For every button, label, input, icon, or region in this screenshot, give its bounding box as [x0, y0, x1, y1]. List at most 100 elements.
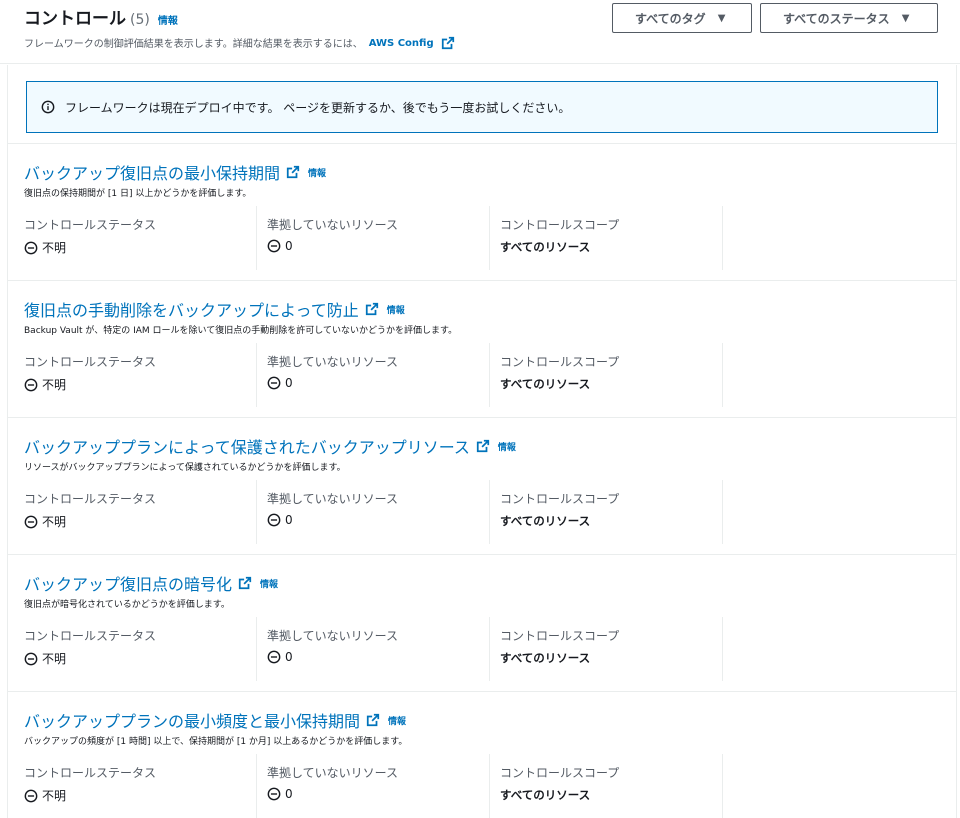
minus-circle-icon: [24, 378, 38, 391]
status-value: 不明: [24, 513, 256, 530]
noncompliant-count: 0: [285, 650, 293, 664]
status-column: コントロールステータス 不明: [24, 754, 257, 818]
scope-value: すべてのリソース: [500, 651, 591, 665]
header-info-link[interactable]: 情報: [158, 12, 178, 27]
control-item: 復旧点の手動削除をバックアップによって防止 情報 Backup Vault が、…: [8, 280, 956, 417]
control-details: コントロールステータス 不明 準拠していないリソース 0 コントロールスコープ: [24, 480, 723, 544]
control-description: バックアップの頻度が [1 時間] 以上で、保持期間が [1 か月] 以上あるか…: [24, 737, 408, 747]
status-column: コントロールステータス 不明: [24, 617, 257, 681]
control-title: バックアッププランによって保護されたバックアップリソース: [24, 438, 470, 457]
scope-value: すべてのリソース: [500, 240, 591, 254]
minus-circle-icon: [24, 652, 38, 665]
status-column: コントロールステータス 不明: [24, 343, 257, 407]
noncompliant-column: 準拠していないリソース 0: [257, 617, 490, 681]
control-title-link[interactable]: バックアッププランによって保護されたバックアップリソース 情報: [24, 434, 516, 458]
control-item: バックアッププランによって保護されたバックアップリソース 情報 リソースがバック…: [8, 417, 956, 554]
control-title-link[interactable]: バックアッププランの最小頻度と最小保持期間 情報: [24, 708, 406, 732]
caret-down-icon: ▼: [901, 12, 910, 24]
status-filter-label: すべてのステータス: [783, 11, 890, 26]
scope-column: コントロールスコープ すべてのリソース: [490, 480, 723, 544]
control-details: コントロールステータス 不明 準拠していないリソース 0 コントロールスコープ: [24, 343, 723, 407]
external-link-icon: [365, 302, 378, 316]
header-description-text: フレームワークの制御評価結果を表示します。詳細な結果を表示するには、: [24, 39, 363, 50]
status-value: 不明: [24, 376, 256, 393]
control-info-link[interactable]: 情報: [387, 303, 405, 316]
control-title: バックアップ復旧点の暗号化: [24, 575, 233, 594]
noncompliant-label: 準拠していないリソース: [267, 766, 399, 780]
noncompliant-count: 0: [285, 239, 293, 253]
noncompliant-label: 準拠していないリソース: [267, 218, 399, 232]
minus-circle-icon: [267, 513, 281, 527]
info-circle-icon: [41, 100, 55, 114]
status-text: 不明: [42, 789, 67, 803]
control-title-link[interactable]: バックアップ復旧点の最小保持期間 情報: [24, 160, 326, 184]
control-info-link[interactable]: 情報: [308, 166, 326, 179]
control-title: バックアッププランの最小頻度と最小保持期間: [24, 712, 361, 731]
scope-label: コントロールスコープ: [500, 629, 620, 643]
aws-config-link-label: AWS Config: [368, 37, 434, 49]
control-info-link[interactable]: 情報: [388, 714, 406, 727]
status-label: コントロールステータス: [24, 218, 157, 232]
control-item: バックアッププランの最小頻度と最小保持期間 情報 バックアップの頻度が [1 時…: [8, 691, 956, 818]
control-description: 復旧点の保持期間が [1 日] 以上かどうかを評価します。: [24, 189, 252, 199]
minus-circle-icon: [267, 376, 281, 390]
noncompliant-column: 準拠していないリソース 0: [257, 480, 490, 544]
control-description: 復旧点が暗号化されているかどうかを評価します。: [24, 600, 230, 610]
minus-circle-icon: [24, 515, 38, 528]
control-details: コントロールステータス 不明 準拠していないリソース 0 コントロールスコープ: [24, 206, 723, 270]
noncompliant-value: 0: [267, 650, 489, 664]
control-item: バックアップ復旧点の暗号化 情報 復旧点が暗号化されているかどうかを評価します。…: [8, 554, 956, 691]
caret-down-icon: ▼: [717, 12, 726, 24]
status-value: 不明: [24, 787, 256, 804]
aws-config-link[interactable]: AWS Config: [369, 36, 455, 50]
status-value: 不明: [24, 650, 256, 667]
status-text: 不明: [42, 378, 67, 392]
control-details: コントロールステータス 不明 準拠していないリソース 0 コントロールスコープ: [24, 754, 723, 818]
control-info-link[interactable]: 情報: [260, 577, 278, 590]
control-title-link[interactable]: 復旧点の手動削除をバックアップによって防止 情報: [24, 297, 405, 321]
noncompliant-label: 準拠していないリソース: [267, 492, 399, 506]
minus-circle-icon: [267, 239, 281, 253]
noncompliant-value: 0: [267, 787, 489, 801]
scope-label: コントロールスコープ: [500, 492, 620, 506]
minus-circle-icon: [267, 787, 281, 801]
status-column: コントロールステータス 不明: [24, 206, 257, 270]
scope-column: コントロールスコープ すべてのリソース: [490, 343, 723, 407]
noncompliant-label: 準拠していないリソース: [267, 355, 399, 369]
status-text: 不明: [42, 241, 67, 255]
noncompliant-count: 0: [285, 376, 293, 390]
status-label: コントロールステータス: [24, 355, 157, 369]
scope-value: すべてのリソース: [500, 377, 591, 391]
tags-filter-select[interactable]: すべてのタグ ▼: [612, 3, 752, 33]
noncompliant-label: 準拠していないリソース: [267, 629, 399, 643]
external-link-icon: [476, 439, 490, 453]
external-link-icon: [366, 713, 380, 727]
external-link-icon: [286, 165, 300, 179]
control-item: バックアップ復旧点の最小保持期間 情報 復旧点の保持期間が [1 日] 以上かど…: [8, 143, 956, 280]
control-info-link[interactable]: 情報: [498, 440, 516, 453]
noncompliant-count: 0: [285, 787, 293, 801]
status-column: コントロールステータス 不明: [24, 480, 257, 544]
status-filter-select[interactable]: すべてのステータス ▼: [760, 3, 938, 33]
controls-header: コントロール (5) 情報 フレームワークの制御評価結果を表示します。詳細な結果…: [0, 0, 960, 64]
noncompliant-value: 0: [267, 513, 489, 527]
page-title: コントロール: [24, 9, 126, 29]
noncompliant-value: 0: [267, 376, 489, 390]
scope-value: すべてのリソース: [500, 788, 591, 802]
status-label: コントロールステータス: [24, 766, 157, 780]
scope-label: コントロールスコープ: [500, 218, 620, 232]
control-description: Backup Vault が、特定の IAM ロールを除いて復旧点の手動削除を許…: [24, 326, 458, 336]
noncompliant-column: 準拠していないリソース 0: [257, 206, 490, 270]
scope-label: コントロールスコープ: [500, 766, 620, 780]
minus-circle-icon: [24, 241, 38, 254]
tags-filter-label: すべてのタグ: [635, 11, 706, 26]
control-title: 復旧点の手動削除をバックアップによって防止: [24, 301, 359, 320]
noncompliant-column: 準拠していないリソース 0: [257, 754, 490, 818]
status-text: 不明: [42, 652, 67, 666]
control-title: バックアップ復旧点の最小保持期間: [24, 164, 281, 183]
header-description: フレームワークの制御評価結果を表示します。詳細な結果を表示するには、 AWS C…: [24, 35, 936, 50]
external-link-icon: [238, 576, 252, 590]
scope-column: コントロールスコープ すべてのリソース: [490, 754, 723, 818]
minus-circle-icon: [267, 650, 281, 664]
control-title-link[interactable]: バックアップ復旧点の暗号化 情報: [24, 571, 278, 595]
